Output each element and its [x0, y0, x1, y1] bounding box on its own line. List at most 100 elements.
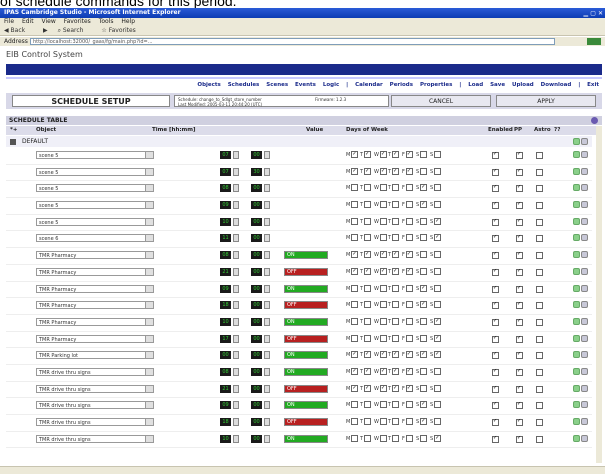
value-select[interactable]: OFF [284, 267, 328, 276]
day-checkbox[interactable] [434, 367, 442, 375]
astro-checkbox[interactable] [536, 185, 543, 193]
pp-checkbox[interactable] [516, 268, 523, 276]
hour-dropdown-icon[interactable] [233, 167, 239, 176]
day-checkbox[interactable] [351, 317, 359, 325]
minute-dropdown-icon[interactable] [264, 234, 270, 243]
delete-icon[interactable] [581, 284, 588, 292]
pp-checkbox[interactable] [516, 285, 523, 293]
day-checkbox[interactable] [392, 384, 400, 392]
minute-field[interactable]: 00 [251, 284, 262, 293]
hour-field[interactable]: 17 [220, 334, 231, 343]
nav-calendar[interactable]: Calendar [355, 82, 383, 88]
enabled-checkbox[interactable] [492, 385, 499, 393]
value-select[interactable]: ON [284, 351, 328, 360]
chevron-down-icon[interactable] [145, 168, 153, 175]
pp-checkbox[interactable] [516, 385, 523, 393]
minute-field[interactable]: 00 [251, 151, 262, 159]
day-checkbox[interactable] [420, 367, 428, 375]
pp-checkbox[interactable] [516, 368, 523, 376]
hour-field[interactable]: 09 [220, 284, 231, 293]
day-checkbox[interactable] [379, 384, 387, 392]
minute-dropdown-icon[interactable] [264, 167, 270, 176]
day-checkbox[interactable] [434, 384, 442, 392]
minute-dropdown-icon[interactable] [264, 351, 270, 360]
nav-objects[interactable]: Objects [197, 82, 220, 88]
delete-icon[interactable] [581, 351, 588, 359]
day-checkbox[interactable] [392, 418, 400, 425]
menu-file[interactable]: File [4, 18, 14, 25]
day-checkbox[interactable] [392, 167, 400, 175]
day-checkbox[interactable] [379, 401, 387, 409]
day-checkbox[interactable] [364, 301, 372, 309]
minute-dropdown-icon[interactable] [264, 217, 270, 226]
enabled-checkbox[interactable] [492, 418, 499, 426]
minute-field[interactable]: 00 [251, 267, 262, 276]
pp-checkbox[interactable] [516, 234, 523, 243]
add-icon[interactable] [573, 201, 580, 209]
pp-checkbox[interactable] [516, 301, 523, 310]
hour-dropdown-icon[interactable] [233, 284, 239, 293]
hour-dropdown-icon[interactable] [233, 384, 239, 393]
nav-download[interactable]: Download [541, 82, 572, 88]
day-checkbox[interactable] [379, 350, 387, 359]
hour-dropdown-icon[interactable] [233, 401, 239, 410]
chevron-down-icon[interactable] [145, 218, 153, 225]
value-select[interactable]: ON [284, 367, 328, 376]
minute-dropdown-icon[interactable] [264, 401, 270, 410]
delete-icon[interactable] [581, 334, 588, 342]
object-select[interactable]: scene 5 [36, 201, 154, 210]
day-checkbox[interactable] [405, 284, 413, 292]
go-button[interactable] [587, 38, 601, 45]
table-menu-icon[interactable] [591, 117, 598, 124]
day-checkbox[interactable] [379, 284, 387, 292]
menu-favorites[interactable]: Favorites [64, 18, 91, 25]
minute-field[interactable]: 00 [251, 201, 262, 210]
default-row[interactable]: DEFAULT [6, 136, 592, 147]
day-checkbox[interactable] [351, 234, 359, 242]
day-checkbox[interactable] [420, 300, 428, 309]
hour-field[interactable]: 18 [220, 301, 231, 310]
pp-checkbox[interactable] [516, 351, 523, 360]
day-checkbox[interactable] [434, 434, 442, 442]
day-checkbox[interactable] [434, 251, 442, 259]
day-checkbox[interactable] [405, 317, 413, 325]
delete-icon[interactable] [581, 151, 588, 158]
delete-icon[interactable] [581, 384, 588, 392]
astro-checkbox[interactable] [536, 235, 543, 243]
day-checkbox[interactable] [351, 150, 359, 158]
nav-events[interactable]: Events [295, 82, 316, 88]
day-checkbox[interactable] [364, 150, 372, 158]
vertical-scrollbar[interactable] [596, 126, 602, 463]
expand-icon[interactable] [10, 139, 16, 145]
forward-icon[interactable]: ▶ [43, 27, 48, 34]
object-select[interactable]: TMR drive thru signs [36, 434, 154, 443]
back-button[interactable]: ◀ Back [4, 27, 33, 34]
day-checkbox[interactable] [351, 350, 359, 359]
add-icon[interactable] [573, 138, 580, 145]
minute-field[interactable]: 00 [251, 217, 262, 226]
chevron-down-icon[interactable] [145, 285, 153, 292]
hour-dropdown-icon[interactable] [233, 301, 239, 310]
delete-icon[interactable] [581, 201, 588, 209]
day-checkbox[interactable] [379, 201, 387, 209]
minute-field[interactable]: 00 [251, 184, 262, 193]
hour-dropdown-icon[interactable] [233, 367, 239, 376]
day-checkbox[interactable] [364, 334, 372, 342]
nav-exit[interactable]: Exit [587, 82, 599, 88]
hour-dropdown-icon[interactable] [233, 251, 239, 260]
day-checkbox[interactable] [364, 284, 372, 292]
nav-load[interactable]: Load [468, 82, 483, 88]
day-checkbox[interactable] [392, 434, 400, 442]
add-icon[interactable] [573, 367, 580, 375]
day-checkbox[interactable] [420, 183, 428, 192]
add-icon[interactable] [573, 418, 580, 425]
value-select[interactable]: OFF [284, 334, 328, 343]
nav-schedules[interactable]: Schedules [228, 82, 260, 88]
enabled-checkbox[interactable] [492, 368, 499, 376]
day-checkbox[interactable] [405, 217, 413, 225]
day-checkbox[interactable] [392, 317, 400, 325]
day-checkbox[interactable] [364, 401, 372, 409]
delete-icon[interactable] [581, 234, 588, 242]
hour-field[interactable]: 18 [220, 418, 231, 426]
value-select[interactable]: OFF [284, 384, 328, 393]
